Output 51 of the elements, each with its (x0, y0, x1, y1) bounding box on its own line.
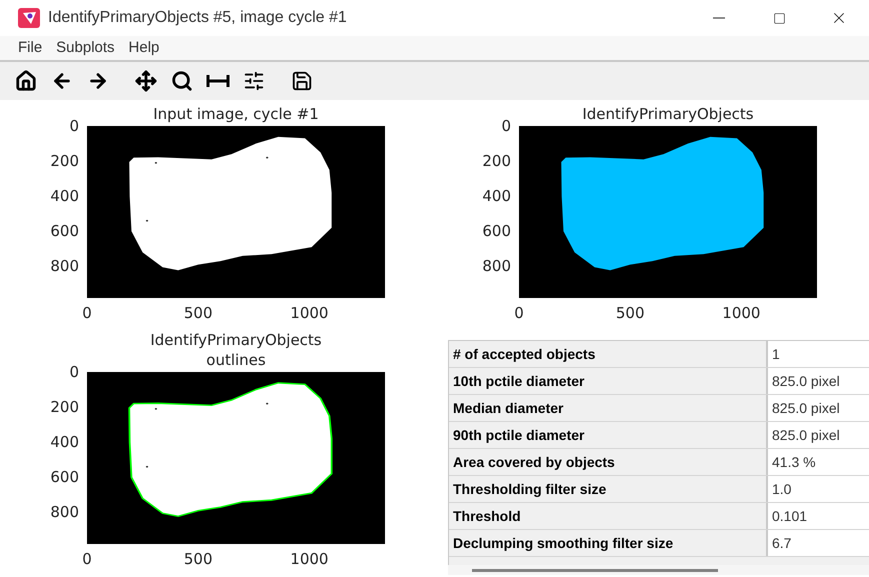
axis-tick-label: 0 (514, 304, 524, 322)
zoom-icon (171, 70, 193, 92)
table-cell: 825.0 pixel (768, 368, 869, 394)
table-cell: 1 (768, 341, 869, 367)
axis-tick-label: 0 (501, 117, 511, 135)
plot-title: Input image, cycle #1 (153, 104, 319, 124)
table-cell: 825.0 pixel (768, 422, 869, 448)
axis-tick-label: 600 (482, 222, 511, 240)
axis-tick-label: 600 (50, 468, 79, 486)
move-icon (135, 70, 157, 92)
axis-tick-label: 1000 (290, 304, 328, 322)
axis-tick-label: 0 (82, 304, 92, 322)
sliders-icon (243, 70, 265, 92)
plot-title: IdentifyPrimaryObjects (582, 104, 754, 124)
app-logo-icon (18, 8, 40, 28)
axis-tick-label: 400 (50, 187, 79, 206)
table-cell: 1.0 (768, 476, 869, 502)
plot-title: outlines (206, 350, 266, 370)
table-cell: 0.101 (768, 503, 869, 529)
axis-tick-label: 600 (50, 222, 79, 240)
axis-tick-label: 200 (50, 398, 79, 416)
axis-tick-label: 0 (82, 550, 92, 568)
axis-tick-label: 1000 (290, 550, 328, 568)
axis-tick-label: 500 (184, 550, 212, 568)
axis-tick-label: 0 (69, 363, 79, 381)
menu-item[interactable]: Subplots (56, 36, 115, 60)
axis-tick-label: 1000 (722, 304, 760, 322)
axis-tick-label: 800 (482, 257, 511, 276)
table-cell: 6.7 (768, 530, 869, 556)
axis-tick-label: 200 (50, 152, 79, 170)
axis-tick-label: 800 (50, 257, 79, 276)
table-cell: 825.0 pixel (768, 395, 869, 421)
menu-item[interactable]: File (18, 36, 42, 60)
window-title: IdentifyPrimaryObjects #5, image cycle #1 (48, 8, 347, 28)
axis-tick-label: 200 (482, 152, 511, 170)
scrollbar-thumb[interactable] (472, 568, 718, 572)
table-cell: 41.3 % (768, 449, 869, 475)
forward-icon (87, 70, 109, 92)
axis-tick-label: 0 (69, 117, 79, 135)
axis-tick-label: 500 (184, 304, 212, 322)
menu-item[interactable]: Help (128, 36, 160, 60)
maximize-icon (772, 12, 786, 24)
plot-title: IdentifyPrimaryObjects (150, 330, 322, 350)
minimize-icon (713, 17, 725, 19)
axis-tick-label: 500 (616, 304, 644, 322)
back-icon (51, 70, 73, 92)
axis-tick-label: 400 (482, 187, 511, 206)
save-icon (291, 70, 313, 92)
home-icon (15, 70, 37, 92)
axis-tick-label: 400 (50, 433, 79, 452)
axis-tick-label: 800 (50, 503, 79, 522)
